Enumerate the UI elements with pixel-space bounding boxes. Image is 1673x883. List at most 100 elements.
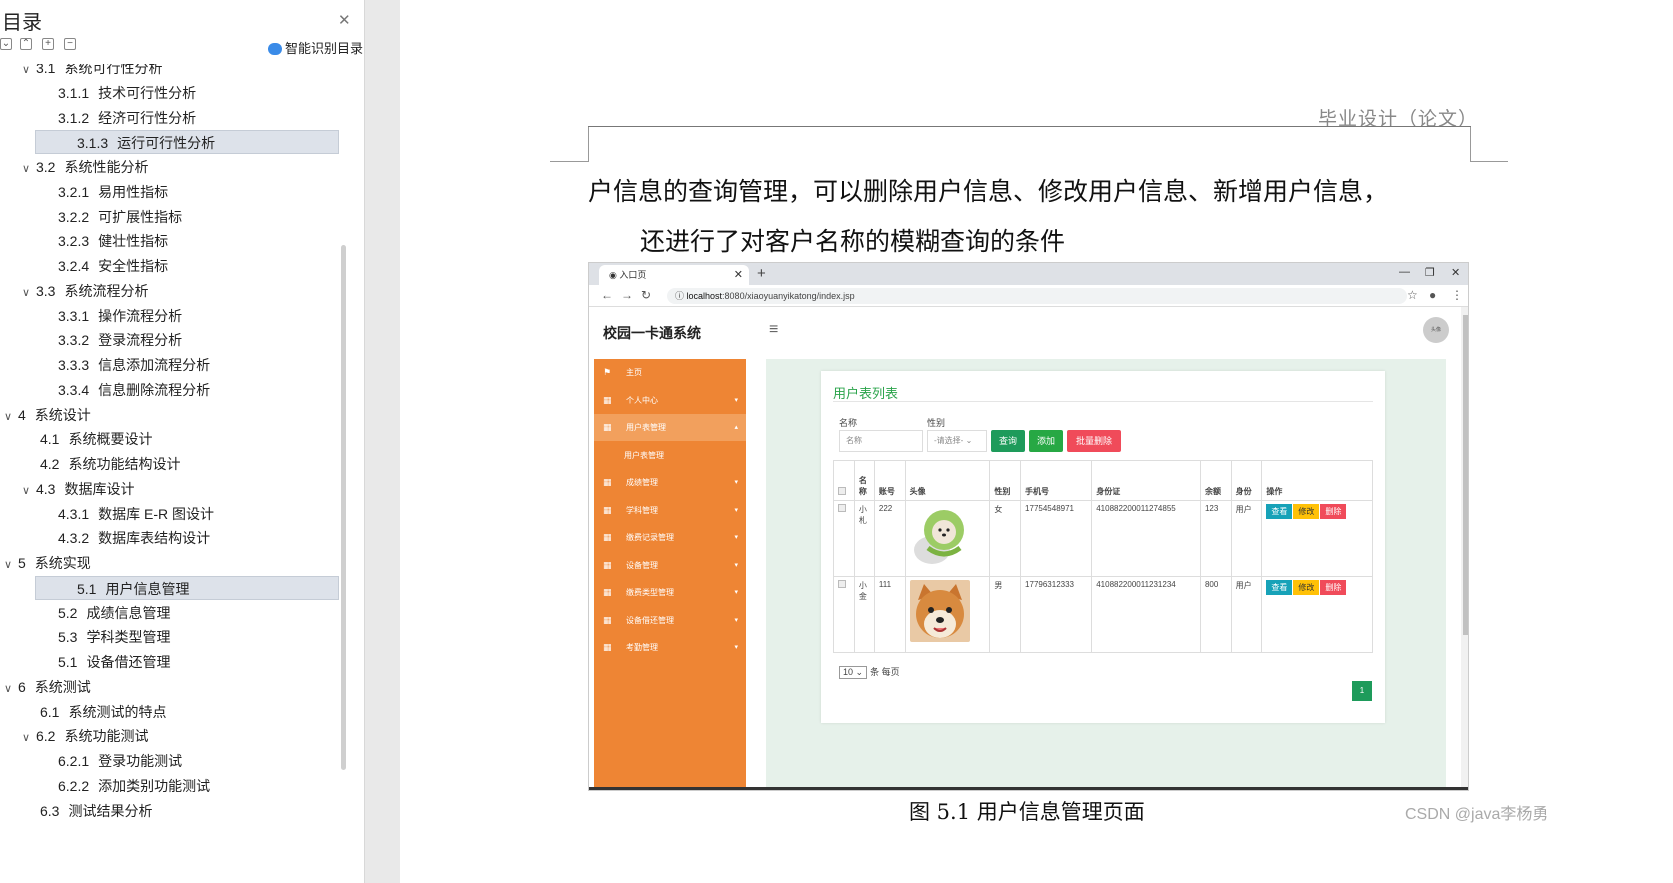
back-icon[interactable]: ← — [601, 288, 613, 302]
toc-item-number: 5.3 — [58, 629, 78, 646]
toc-item[interactable]: ∨ 3.1 系统可行性分析 — [22, 64, 162, 80]
chevron-down-icon[interactable]: ∨ — [22, 726, 36, 750]
chevron-down-icon[interactable]: ∨ — [22, 281, 36, 305]
page-size-select[interactable]: 10 ⌄ — [839, 666, 868, 679]
row-select-cell[interactable] — [833, 576, 855, 653]
sidebar-item[interactable]: ▦ 考勤管理 ▾ — [594, 634, 746, 661]
sidebar-item[interactable]: ▦ 个人中心 ▾ — [594, 387, 746, 414]
checkbox[interactable] — [838, 504, 846, 512]
toc-item[interactable]: ∨ 6 系统测试 — [4, 675, 91, 699]
new-tab-icon[interactable]: + — [757, 265, 766, 282]
window-close-icon[interactable]: ✕ — [1451, 266, 1460, 279]
checkbox[interactable] — [838, 487, 846, 495]
batch-delete-button[interactable]: 批量删除 — [1067, 430, 1121, 452]
toc-item[interactable]: ∨ 4 系统设计 — [4, 403, 91, 427]
toc-item-label: 系统测试的特点 — [68, 703, 167, 720]
query-button[interactable]: 查询 — [991, 430, 1025, 452]
toc-item[interactable]: 3.3.4 信息删除流程分析 — [40, 378, 210, 402]
toc-item[interactable]: ∨ 6.2 系统功能测试 — [22, 724, 148, 748]
minimize-icon[interactable]: — — [1399, 266, 1410, 278]
toc-item[interactable]: ∨ 4.3 数据库设计 — [22, 477, 134, 501]
toc-item[interactable]: 3.1.2 经济可行性分析 — [40, 106, 196, 130]
toc-item[interactable]: 3.3.2 登录流程分析 — [40, 328, 182, 352]
toc-item[interactable]: 5.2 成绩信息管理 — [40, 601, 170, 625]
toc-item[interactable]: 6.2.1 登录功能测试 — [40, 749, 182, 773]
row-select-cell[interactable] — [833, 500, 855, 577]
avatar[interactable]: 头像 — [1423, 317, 1449, 343]
url-field[interactable]: ⓘ localhost:8080/xiaoyuanyikatong/index.… — [667, 288, 1407, 304]
edit-button[interactable]: 修改 — [1293, 580, 1320, 595]
chevron-down-icon[interactable]: ∨ — [4, 677, 18, 701]
toc-item[interactable]: 3.2.2 可扩展性指标 — [40, 205, 182, 229]
chevron-down-icon[interactable]: ∨ — [22, 64, 36, 82]
toc-item[interactable]: 4.3.2 数据库表结构设计 — [40, 526, 210, 550]
hamburger-icon[interactable]: ≡ — [769, 321, 778, 339]
smart-toc-button[interactable]: 智能识别目录 — [268, 38, 363, 57]
page-button-current[interactable]: 1 — [1352, 681, 1372, 701]
toc-item[interactable]: 5.1 设备借还管理 — [40, 650, 170, 674]
toc-item[interactable]: 3.1.1 技术可行性分析 — [40, 81, 196, 105]
toc-item[interactable]: 3.3.3 信息添加流程分析 — [40, 353, 210, 377]
toc-item[interactable]: ∨ 3.2 系统性能分析 — [22, 155, 148, 179]
sidebar-item[interactable]: 用户表管理 — [594, 442, 746, 469]
sidebar-item[interactable]: ▦ 缴费记录管理 ▾ — [594, 524, 746, 551]
menu-icon[interactable]: ⋮ — [1451, 288, 1463, 302]
sidebar-item[interactable]: ▦ 设备借还管理 ▾ — [594, 607, 746, 634]
select-all-cell[interactable] — [833, 460, 855, 501]
browser-tab[interactable]: ◉ 入口页 ✕ — [599, 265, 749, 285]
expand-up-icon[interactable]: ⌃ — [20, 38, 32, 50]
toc-item[interactable]: 3.1.3 运行可行性分析 — [35, 130, 339, 155]
close-icon[interactable]: ✕ — [338, 11, 351, 29]
toc-item[interactable]: 4.3.1 数据库 E-R 图设计 — [40, 502, 214, 526]
chevron-down-icon[interactable]: ∨ — [4, 553, 18, 577]
star-icon[interactable]: ☆ — [1407, 288, 1418, 302]
sidebar-item[interactable]: ▦ 用户表管理 ▴ — [594, 414, 746, 441]
toc-item[interactable]: 3.2.4 安全性指标 — [40, 254, 168, 278]
close-tab-icon[interactable]: ✕ — [734, 265, 743, 285]
toc-item[interactable]: 5.3 学科类型管理 — [40, 625, 170, 649]
caret-icon: ▾ — [734, 616, 738, 624]
toc-panel: 目录 ✕ ⌄ ⌃ + − 智能识别目录 ∨ 3.1 系统可行性分析 3.1.1 技术可行… — [0, 0, 365, 883]
toc-item[interactable]: 4.1 系统概要设计 — [22, 427, 152, 451]
chevron-down-icon[interactable]: ∨ — [22, 479, 36, 503]
forward-icon[interactable]: → — [621, 288, 633, 302]
toc-item[interactable]: 6.1 系统测试的特点 — [22, 700, 166, 724]
page-scrollbar[interactable] — [1461, 307, 1468, 787]
scroll-thumb[interactable] — [1463, 315, 1468, 635]
toc-item[interactable]: 6.3 测试结果分析 — [22, 799, 152, 823]
toc-scrollbar[interactable] — [341, 245, 346, 770]
delete-button[interactable]: 删除 — [1320, 580, 1347, 595]
chevron-down-icon[interactable]: ∨ — [4, 405, 18, 429]
plus-icon[interactable]: + — [42, 38, 54, 50]
name-search-input[interactable]: 名称 — [839, 430, 923, 452]
toc-item[interactable]: 5.1 用户信息管理 — [35, 575, 339, 600]
minus-icon[interactable]: − — [64, 38, 76, 50]
toc-item[interactable]: 3.2.3 健壮性指标 — [40, 229, 168, 253]
checkbox[interactable] — [838, 580, 846, 588]
view-button[interactable]: 查看 — [1266, 580, 1293, 595]
sidebar-item[interactable]: ▦ 成绩管理 ▾ — [594, 469, 746, 496]
chevron-down-icon[interactable]: ∨ — [22, 157, 36, 181]
toc-item[interactable]: 6.2.2 添加类别功能测试 — [40, 774, 210, 798]
collapse-all-icon[interactable]: ⌄ — [0, 38, 12, 50]
toc-item-number: 4.1 — [40, 431, 60, 448]
add-button[interactable]: 添加 — [1029, 430, 1063, 452]
restore-icon[interactable]: ❐ — [1425, 266, 1435, 279]
sidebar-item[interactable]: ▦ 学科管理 ▾ — [594, 497, 746, 524]
delete-button[interactable]: 删除 — [1320, 504, 1347, 519]
reload-icon[interactable]: ↻ — [641, 288, 651, 302]
toc-item[interactable]: ∨ 5 系统实现 — [4, 551, 91, 575]
sidebar-item[interactable]: ▦ 设备管理 ▾ — [594, 552, 746, 579]
toc-item[interactable]: 3.3.1 操作流程分析 — [40, 304, 182, 328]
toc-item[interactable]: 3.2.1 易用性指标 — [40, 180, 168, 204]
globe-icon: ◉ — [609, 270, 620, 280]
edit-button[interactable]: 修改 — [1293, 504, 1320, 519]
sidebar-item[interactable]: ⚑ 主页 — [594, 359, 746, 386]
toc-item[interactable]: ∨ 3.3 系统流程分析 — [22, 279, 148, 303]
view-button[interactable]: 查看 — [1266, 504, 1293, 519]
figure-caption: 图 5.1 用户信息管理页面 — [909, 800, 1145, 824]
gender-select[interactable]: -请选择- ⌄ — [927, 430, 987, 452]
profile-icon[interactable]: ● — [1429, 288, 1436, 302]
sidebar-item[interactable]: ▦ 缴费类型管理 ▾ — [594, 579, 746, 606]
toc-item[interactable]: 4.2 系统功能结构设计 — [22, 452, 180, 476]
